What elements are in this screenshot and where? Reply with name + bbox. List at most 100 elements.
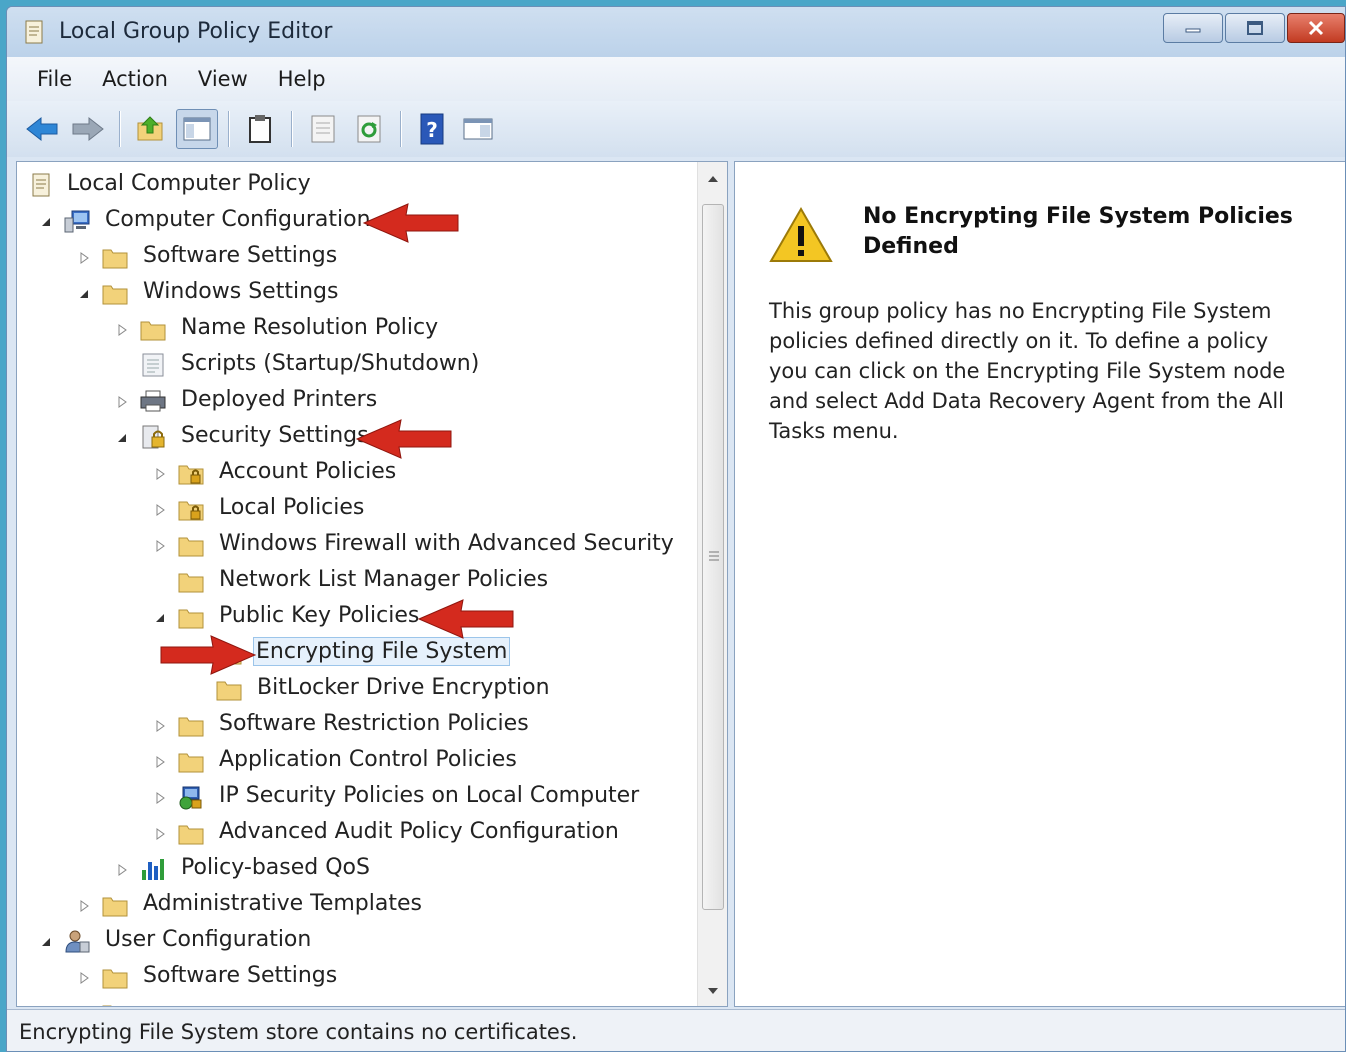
scrollbar-thumb[interactable] — [702, 204, 724, 910]
folder-icon — [102, 969, 128, 989]
tree-node-software-settings[interactable]: Software Settings — [17, 240, 697, 274]
refresh-button[interactable] — [348, 109, 390, 149]
tree-node-application-control[interactable]: Application Control Policies — [17, 744, 697, 778]
tree-node-label: Network List Manager Policies — [219, 567, 549, 592]
collapse-arrow-icon[interactable] — [39, 935, 53, 949]
show-hide-tree-button[interactable] — [176, 109, 218, 149]
expand-arrow-icon[interactable] — [153, 467, 167, 481]
menu-action[interactable]: Action — [90, 63, 180, 95]
title-bar[interactable]: Local Group Policy Editor — [7, 7, 1345, 57]
printer-icon — [140, 390, 166, 412]
folder-icon — [216, 681, 242, 701]
expand-arrow-icon[interactable] — [115, 863, 129, 877]
tree-node-name-resolution-policy[interactable]: Name Resolution Policy — [17, 312, 697, 346]
tree-node-label: Computer Configuration — [105, 207, 371, 232]
close-button[interactable] — [1287, 13, 1345, 43]
collapse-arrow-icon[interactable] — [77, 287, 91, 301]
folder-icon — [178, 573, 204, 593]
annotation-arrow-icon — [417, 599, 514, 639]
tree-node-windows-firewall[interactable]: Windows Firewall with Advanced Security — [17, 528, 697, 562]
clipboard-button[interactable] — [239, 109, 281, 149]
tree-node-label: Name Resolution Policy — [181, 315, 439, 340]
tree-node-software-restriction[interactable]: Software Restriction Policies — [17, 708, 697, 742]
tree-node-ip-security[interactable]: IP Security Policies on Local Computer — [17, 780, 697, 814]
tree-node-policy-based-qos[interactable]: Policy-based QoS — [17, 852, 697, 886]
back-icon — [26, 116, 58, 142]
tree-node-encrypting-file-system[interactable]: Encrypting File System — [17, 636, 697, 670]
tree-node-advanced-audit[interactable]: Advanced Audit Policy Configuration — [17, 816, 697, 850]
forward-button[interactable] — [67, 109, 109, 149]
tree-node-local-policies[interactable]: Local Policies — [17, 492, 697, 526]
expand-arrow-icon[interactable] — [77, 899, 91, 913]
scroll-down-icon[interactable] — [706, 986, 720, 996]
minimize-button[interactable] — [1163, 13, 1223, 43]
tree-node-label: User Configuration — [105, 927, 312, 952]
menu-file[interactable]: File — [25, 63, 84, 95]
tree-node-deployed-printers[interactable]: Deployed Printers — [17, 384, 697, 418]
folder-icon — [102, 249, 128, 269]
tree-node-partial[interactable] — [17, 996, 697, 1006]
tree-node-label: Public Key Policies — [219, 603, 420, 628]
tree-node-local-computer-policy[interactable]: Local Computer Policy — [17, 168, 697, 202]
menu-help[interactable]: Help — [266, 63, 338, 95]
tree-scrollbar[interactable] — [697, 162, 727, 1006]
expand-arrow-icon[interactable] — [153, 719, 167, 733]
expand-arrow-icon[interactable] — [153, 755, 167, 769]
expand-arrow-icon[interactable] — [115, 323, 129, 337]
expand-arrow-icon[interactable] — [77, 971, 91, 985]
tree-pane[interactable]: Local Computer Policy Computer Configura… — [16, 161, 728, 1007]
expand-arrow-icon[interactable] — [153, 827, 167, 841]
policy-document-icon — [25, 20, 43, 44]
maximize-button[interactable] — [1225, 13, 1285, 43]
collapse-arrow-icon[interactable] — [115, 431, 129, 445]
help-button[interactable]: ? — [411, 109, 453, 149]
collapse-arrow-icon[interactable] — [153, 611, 167, 625]
tree-node-label: Software Settings — [143, 243, 338, 268]
status-bar: Encrypting File System store contains no… — [7, 1009, 1345, 1051]
tree-node-public-key-policies[interactable]: Public Key Policies — [17, 600, 697, 634]
collapse-arrow-icon[interactable] — [39, 215, 53, 229]
console-view-icon — [463, 118, 493, 140]
expand-arrow-icon[interactable] — [153, 539, 167, 553]
locked-folder-icon — [178, 465, 204, 485]
toolbar-separator — [228, 111, 229, 147]
tree-node-label: IP Security Policies on Local Computer — [219, 783, 640, 808]
tree-node-bitlocker[interactable]: BitLocker Drive Encryption — [17, 672, 697, 706]
expand-arrow-icon[interactable] — [77, 251, 91, 265]
forward-icon — [72, 116, 104, 142]
tree-node-network-list-manager[interactable]: Network List Manager Policies — [17, 564, 697, 598]
show-hide-tree-icon — [183, 117, 211, 141]
tree-node-label: Security Settings — [181, 423, 369, 448]
toolbar-separator — [400, 111, 401, 147]
tree-node-computer-configuration[interactable]: Computer Configuration — [17, 204, 697, 238]
properties-button[interactable] — [302, 109, 344, 149]
menu-view[interactable]: View — [186, 63, 260, 95]
tree-node-label: Local Policies — [219, 495, 365, 520]
properties-icon — [311, 115, 335, 143]
expand-arrow-icon[interactable] — [153, 503, 167, 517]
scroll-up-icon[interactable] — [706, 174, 720, 184]
up-one-level-button[interactable] — [130, 109, 172, 149]
back-button[interactable] — [21, 109, 63, 149]
tree-node-label: Local Computer Policy — [67, 171, 311, 196]
expand-arrow-icon[interactable] — [115, 395, 129, 409]
console-view-button[interactable] — [457, 109, 499, 149]
security-settings-icon — [142, 425, 165, 449]
expand-arrow-icon[interactable] — [153, 791, 167, 805]
folder-icon — [102, 897, 128, 917]
user-icon — [65, 930, 90, 953]
tree-node-label: Administrative Templates — [143, 891, 422, 916]
annotation-arrow-icon — [362, 203, 459, 243]
warning-icon — [769, 206, 833, 262]
tree-node-user-software-settings[interactable]: Software Settings — [17, 960, 697, 994]
tree-node-windows-settings[interactable]: Windows Settings — [17, 276, 697, 310]
tree-node-user-configuration[interactable]: User Configuration — [17, 924, 697, 958]
grip-icon — [709, 551, 719, 561]
detail-pane: No Encrypting File System Policies Defin… — [734, 161, 1345, 1007]
tree-node-scripts[interactable]: Scripts (Startup/Shutdown) — [17, 348, 697, 382]
tree-node-label: Software Restriction Policies — [219, 711, 529, 736]
menu-bar: File Action View Help — [7, 57, 1345, 101]
tree-node-administrative-templates[interactable]: Administrative Templates — [17, 888, 697, 922]
annotation-arrow-icon — [355, 419, 452, 459]
computer-icon — [64, 210, 90, 233]
